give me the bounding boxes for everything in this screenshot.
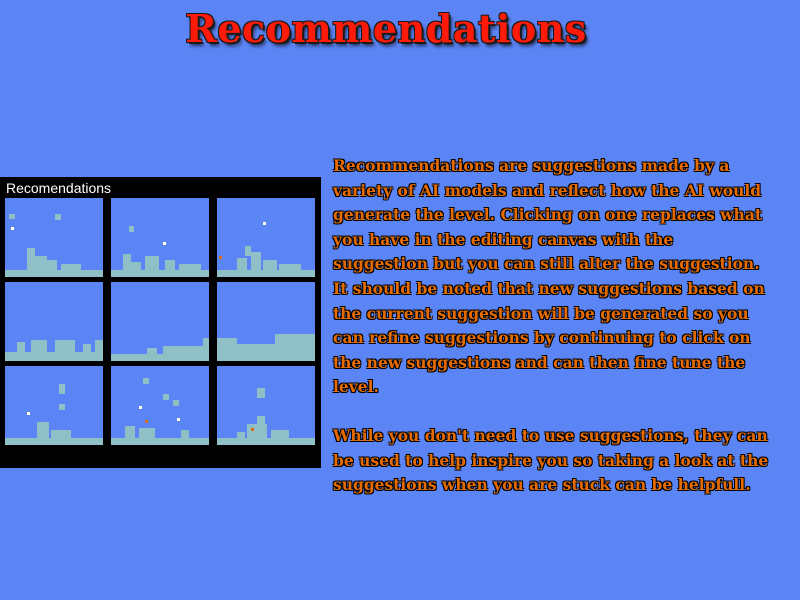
tile xyxy=(55,214,61,220)
item-dot xyxy=(163,242,166,245)
page-title: Recommendations xyxy=(185,6,587,51)
suggestion-cell-6[interactable] xyxy=(217,282,315,361)
item-dot xyxy=(177,418,180,421)
tile xyxy=(271,430,289,438)
item-dot xyxy=(263,222,266,225)
tile xyxy=(143,378,149,384)
tile xyxy=(59,384,65,394)
tile xyxy=(139,428,155,438)
item-dot xyxy=(27,412,30,415)
suggestion-cell-3[interactable] xyxy=(217,198,315,277)
ground xyxy=(217,438,315,445)
description: Recommendations are suggestions made by … xyxy=(333,154,773,522)
ground xyxy=(111,438,209,445)
ground xyxy=(5,270,103,277)
tile xyxy=(131,262,141,270)
tile xyxy=(251,252,261,270)
tile xyxy=(55,340,75,352)
tile xyxy=(47,260,57,270)
tile xyxy=(125,426,135,438)
tile xyxy=(217,338,237,344)
tile xyxy=(203,338,209,354)
suggestion-cell-1[interactable] xyxy=(5,198,103,277)
description-paragraph-1: Recommendations are suggestions made by … xyxy=(333,156,765,397)
tile xyxy=(31,340,47,352)
tile xyxy=(123,254,131,270)
tile xyxy=(95,340,103,352)
ground xyxy=(111,354,209,361)
tile xyxy=(51,430,71,438)
tile xyxy=(83,344,91,352)
tile xyxy=(37,422,49,438)
suggestion-cell-8[interactable] xyxy=(111,366,209,445)
item-dot xyxy=(139,406,142,409)
tile xyxy=(129,226,134,232)
ground xyxy=(111,270,209,277)
tile xyxy=(237,258,247,270)
suggestion-cell-5[interactable] xyxy=(111,282,209,361)
ground xyxy=(5,438,103,445)
tile xyxy=(17,342,25,352)
tile xyxy=(9,214,15,219)
tile xyxy=(257,388,265,398)
ground xyxy=(217,344,315,361)
ground xyxy=(5,352,103,361)
tile xyxy=(163,394,169,400)
suggestion-cell-7[interactable] xyxy=(5,366,103,445)
description-paragraph-2: While you don't need to use suggestions,… xyxy=(333,425,769,495)
tile xyxy=(35,256,47,270)
item-dot xyxy=(145,420,148,423)
suggestion-cell-2[interactable] xyxy=(111,198,209,277)
item-dot xyxy=(251,428,254,431)
tile xyxy=(147,348,157,354)
tile xyxy=(275,334,315,344)
suggestion-cell-4[interactable] xyxy=(5,282,103,361)
item-dot xyxy=(219,256,222,259)
tile xyxy=(173,400,179,406)
tile xyxy=(145,256,159,270)
suggestion-cell-9[interactable] xyxy=(217,366,315,445)
ground xyxy=(217,270,315,277)
tile xyxy=(263,260,277,270)
recommendations-panel: Recomendations xyxy=(0,177,321,468)
tile xyxy=(59,404,65,410)
panel-title: Recomendations xyxy=(6,180,112,196)
tile xyxy=(181,430,189,438)
item-dot xyxy=(11,227,14,230)
tile xyxy=(165,260,175,270)
tile xyxy=(163,346,203,354)
tile xyxy=(27,248,35,270)
tile xyxy=(257,416,265,424)
tile xyxy=(247,424,267,438)
